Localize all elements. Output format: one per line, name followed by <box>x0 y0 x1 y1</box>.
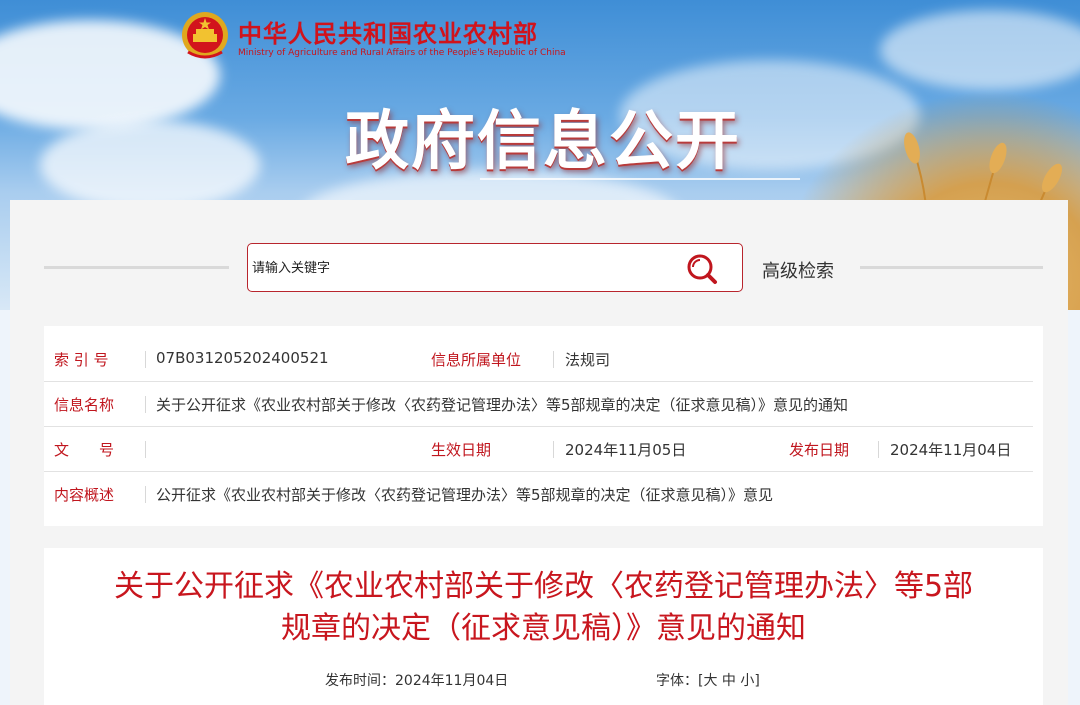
info-row: 索 引 号 07B031205202400521 信息所属单位 法规司 <box>44 337 1033 382</box>
publish-time: 发布时间：2024年11月04日 <box>325 670 508 690</box>
search-input[interactable] <box>250 254 674 282</box>
divider-right <box>860 266 1043 269</box>
publish-time-value: 2024年11月04日 <box>395 673 509 689</box>
effective-date-label: 生效日期 <box>431 441 492 459</box>
info-table: 索 引 号 07B031205202400521 信息所属单位 法规司 信息名称… <box>44 326 1043 526</box>
article-title-line: 关于公开征求《农业农村部关于修改〈农药登记管理办法〉等5部 <box>113 569 974 604</box>
hero-divider <box>480 178 800 180</box>
name-label: 信息名称 <box>54 396 115 414</box>
article-title-line: 规章的决定（征求意见稿）》意见的通知 <box>281 611 806 646</box>
article-title: 关于公开征求《农业农村部关于修改〈农药登记管理办法〉等5部 规章的决定（征求意见… <box>44 566 1043 650</box>
summary-label: 内容概述 <box>54 486 115 504</box>
advanced-search-link[interactable]: 高级检索 <box>762 257 834 283</box>
ministry-name-cn: 中华人民共和国农业农村部 <box>238 19 538 48</box>
column-divider <box>145 441 146 458</box>
font-size-large[interactable]: 大 <box>703 673 717 689</box>
font-size-medium[interactable]: 中 <box>722 673 736 689</box>
column-divider <box>145 486 146 503</box>
column-divider <box>145 351 146 368</box>
divider-left <box>44 266 229 269</box>
index-value: 07B031205202400521 <box>156 349 329 367</box>
publish-time-label: 发布时间： <box>325 673 395 689</box>
font-size-small[interactable]: 小 <box>740 673 754 689</box>
ministry-name-en: Ministry of Agriculture and Rural Affair… <box>238 48 566 58</box>
publish-date-label: 发布日期 <box>789 441 850 459</box>
column-divider <box>553 441 554 458</box>
bracket-close: ] <box>754 673 760 689</box>
column-divider <box>878 441 879 458</box>
column-divider <box>145 396 146 413</box>
national-emblem-icon <box>182 12 228 59</box>
column-divider <box>553 351 554 368</box>
cloud-decoration <box>880 10 1080 90</box>
unit-label: 信息所属单位 <box>431 351 522 369</box>
index-label: 索 引 号 <box>54 351 109 369</box>
font-size-switcher: 字体：[大 中 小] <box>656 670 760 690</box>
name-value: 关于公开征求《农业农村部关于修改〈农药登记管理办法〉等5部规章的决定（征求意见稿… <box>156 396 849 414</box>
article-card: 关于公开征求《农业农村部关于修改〈农药登记管理办法〉等5部 规章的决定（征求意见… <box>44 548 1043 705</box>
search-icon[interactable] <box>684 252 720 286</box>
info-row: 内容概述 公开征求《农业农村部关于修改〈农药登记管理办法〉等5部规章的决定（征求… <box>44 472 1033 517</box>
summary-value: 公开征求《农业农村部关于修改〈农药登记管理办法〉等5部规章的决定（征求意见稿）》… <box>156 486 774 504</box>
cloud-decoration <box>40 120 260 210</box>
info-row: 信息名称 关于公开征求《农业农村部关于修改〈农药登记管理办法〉等5部规章的决定（… <box>44 382 1033 427</box>
publish-date-value: 2024年11月04日 <box>890 441 1012 459</box>
page-hero-title: 政府信息公开 <box>345 105 741 179</box>
font-size-label: 字体： <box>656 673 698 689</box>
info-row: 文 号 生效日期 2024年11月05日 发布日期 2024年11月04日 <box>44 427 1033 472</box>
doc-number-label: 文 号 <box>54 441 115 459</box>
search-bar <box>247 243 743 292</box>
unit-value: 法规司 <box>565 351 611 369</box>
effective-date-value: 2024年11月05日 <box>565 441 687 459</box>
